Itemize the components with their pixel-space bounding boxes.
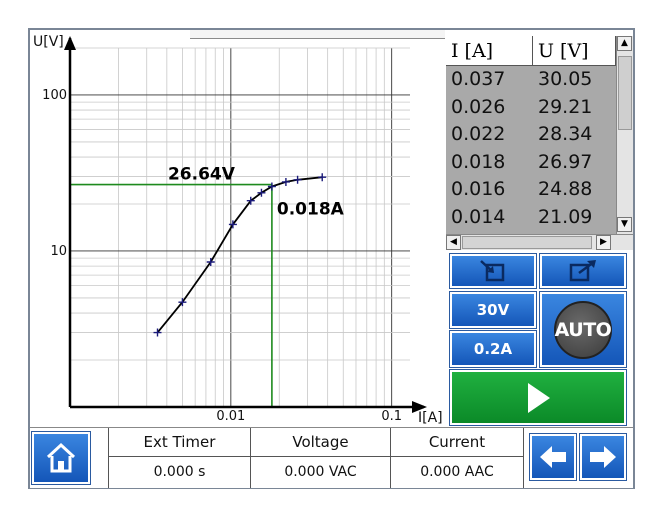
voltage-readout: 26.64V <box>168 165 236 185</box>
cell-voltage: 26.97 <box>538 150 593 173</box>
cell-voltage: 21.09 <box>538 205 593 228</box>
current-status-label: Current <box>391 428 523 457</box>
measurement-table[interactable]: I [A] U [V] 0.037 30.05 0.026 29.21 0.022 2… <box>446 36 633 250</box>
column-header-voltage: U [V] <box>533 36 616 66</box>
voltage-range-button[interactable]: 30V <box>449 291 537 329</box>
column-header-current: I [A] <box>446 36 533 66</box>
previous-button[interactable] <box>529 433 577 481</box>
vertical-scrollbar[interactable]: ▲ ▼ <box>616 36 633 234</box>
voltage-status-label: Voltage <box>251 428 390 457</box>
y-axis-arrow <box>64 36 76 50</box>
y-tick-label: 10 <box>50 244 67 259</box>
data-point <box>318 173 327 182</box>
x-tick-label: 0.01 <box>216 409 245 424</box>
current-cell: Current 0.000 AAC <box>390 428 524 488</box>
data-points <box>153 173 327 337</box>
auto-label: AUTO <box>554 300 612 359</box>
cell-current: 0.016 <box>451 178 506 200</box>
cell-voltage: 24.88 <box>538 178 593 200</box>
y-tick-label: 100 <box>42 88 67 103</box>
export-to-device-icon <box>480 260 505 282</box>
cell-current: 0.022 <box>451 123 506 145</box>
navigation-arrows <box>529 433 627 482</box>
cell-voltage: 29.21 <box>538 95 593 118</box>
scroll-right-button[interactable]: ▶ <box>596 235 611 250</box>
cell-voltage: 30.05 <box>538 68 593 90</box>
data-point <box>281 177 290 186</box>
horizontal-scroll-thumb[interactable] <box>462 236 592 249</box>
ext-timer-value: 0.000 s <box>153 464 206 480</box>
cell-current: 0.018 <box>451 150 506 173</box>
home-icon <box>46 442 76 473</box>
scroll-left-button[interactable]: ◀ <box>446 235 461 250</box>
export-button[interactable] <box>449 253 537 289</box>
marker-lines <box>70 183 273 407</box>
ext-timer-cell: Ext Timer 0.000 s <box>108 428 250 488</box>
table-row[interactable]: 0.022 28.34 <box>446 121 616 149</box>
iv-chart: 0.01 0.1 10 100 U[V] I[A] 26.64V 0.018A <box>33 34 443 426</box>
tick-labels: 0.01 0.1 10 100 <box>42 88 402 424</box>
cell-current: 0.026 <box>451 95 506 118</box>
table-row[interactable]: 0.016 24.88 <box>446 176 616 204</box>
cell-current: 0.037 <box>451 68 506 90</box>
data-point <box>267 182 276 191</box>
next-button[interactable] <box>579 433 627 481</box>
cell-voltage: 28.34 <box>538 123 593 145</box>
table-header: I [A] U [V] <box>446 36 616 66</box>
play-icon <box>528 382 550 413</box>
table-body: 0.037 30.05 0.026 29.21 0.022 28.34 0.018 26… <box>446 66 616 231</box>
arrow-left-icon <box>540 446 566 468</box>
chart-grid <box>69 47 410 408</box>
voltage-cell: Voltage 0.000 VAC <box>250 428 390 488</box>
arrow-right-icon <box>590 446 616 468</box>
y-axis-label: U[V] <box>33 34 64 50</box>
start-button[interactable] <box>449 369 627 426</box>
ext-timer-label: Ext Timer <box>109 428 250 457</box>
current-status-value: 0.000 AAC <box>420 464 494 480</box>
scroll-down-button[interactable]: ▼ <box>617 217 632 232</box>
cell-current: 0.014 <box>451 205 506 228</box>
table-row[interactable]: 0.018 26.97 <box>446 149 616 177</box>
auto-button[interactable]: AUTO <box>539 291 627 368</box>
home-button[interactable] <box>31 431 91 485</box>
status-bar: Ext Timer 0.000 s Voltage 0.000 VAC Curr… <box>30 427 633 488</box>
vertical-scroll-thumb[interactable] <box>618 56 632 130</box>
current-range-button[interactable]: 0.2A <box>449 330 537 368</box>
current-readout: 0.018A <box>277 200 345 220</box>
open-external-icon <box>569 260 596 282</box>
voltage-status-value: 0.000 VAC <box>284 464 357 480</box>
x-tick-label: 0.1 <box>381 409 402 424</box>
table-row[interactable]: 0.014 21.09 <box>446 204 616 232</box>
table-row[interactable]: 0.037 30.05 <box>446 66 616 94</box>
data-point <box>293 175 302 184</box>
open-button[interactable] <box>539 253 627 289</box>
table-row[interactable]: 0.026 29.21 <box>446 94 616 122</box>
x-axis-label: I[A] <box>418 410 443 426</box>
scroll-up-button[interactable]: ▲ <box>617 36 632 51</box>
horizontal-scrollbar[interactable]: ◀ ▶ <box>446 234 633 250</box>
